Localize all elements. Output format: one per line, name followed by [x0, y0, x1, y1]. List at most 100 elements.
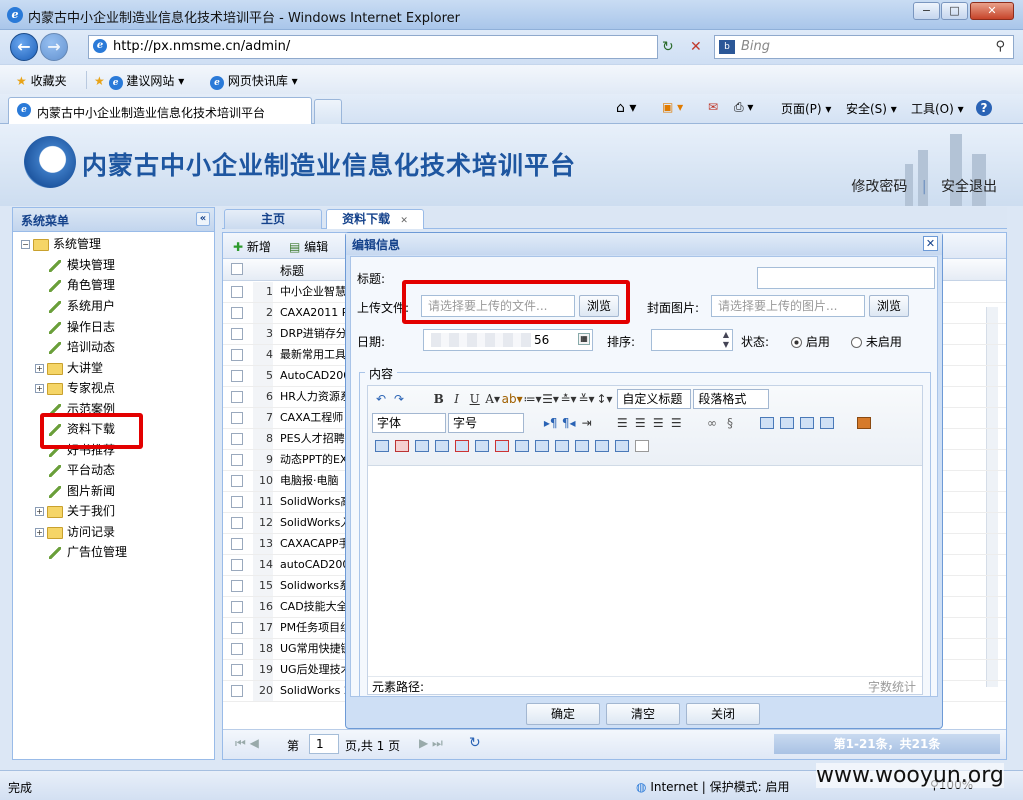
link-icon[interactable]: ∞	[703, 414, 721, 432]
browser-tab-current[interactable]: e 内蒙古中小企业制造业信息化技术培训平台	[8, 97, 312, 124]
custom-title-select[interactable]: 自定义标题	[617, 389, 692, 409]
forward-button[interactable]: →	[40, 33, 68, 61]
mail-icon[interactable]: ✉	[708, 100, 718, 114]
delete-row-icon[interactable]	[455, 439, 469, 452]
select-all-checkbox[interactable]	[231, 263, 243, 275]
row-checkbox[interactable]	[231, 412, 243, 424]
row-title[interactable]: 动态PPT的EX	[280, 450, 346, 470]
status-disable-radio[interactable]: 未启用	[851, 333, 902, 350]
row-title[interactable]: 电脑报·电脑	[280, 471, 346, 491]
dialog-close-icon[interactable]: ✕	[923, 236, 938, 251]
tab-home[interactable]: 主页	[224, 209, 322, 229]
sidebar-item-users[interactable]: 系统用户	[49, 296, 115, 317]
row-title[interactable]: SolidWorks高	[280, 492, 346, 512]
row-checkbox[interactable]	[231, 286, 243, 298]
insert-image-icon[interactable]	[857, 417, 872, 429]
row-title[interactable]: Solidworks系	[280, 576, 346, 596]
logout-link[interactable]: 安全退出	[941, 179, 997, 195]
image-center-icon[interactable]	[819, 417, 834, 429]
add-button[interactable]: ✚ 新增	[233, 238, 271, 255]
delete-col-icon[interactable]	[495, 439, 509, 452]
sidebar-item-expert[interactable]: + 专家视点	[35, 378, 115, 399]
sidebar-item-about[interactable]: + 关于我们	[35, 501, 115, 522]
unordered-list-icon[interactable]: ☰▾	[541, 390, 559, 408]
redo-icon[interactable]: ↷	[390, 390, 408, 408]
favorites-button[interactable]: ★ 收藏夹	[16, 72, 67, 89]
bold-icon[interactable]: B	[430, 390, 448, 408]
row-checkbox[interactable]	[231, 307, 243, 319]
expand-icon[interactable]: +	[35, 364, 44, 373]
delete-table-icon[interactable]	[395, 439, 409, 452]
tab-download[interactable]: 资料下载 ✕	[326, 209, 424, 229]
insert-row-before-icon[interactable]	[435, 439, 449, 452]
paragraph-format-select[interactable]: 段落格式	[693, 389, 770, 409]
align-right-icon[interactable]: ☰	[649, 414, 667, 432]
sidebar-item-ads[interactable]: 广告位管理	[49, 542, 127, 563]
row-title[interactable]: SolidWorks 20	[280, 681, 346, 701]
expand-icon[interactable]: +	[35, 384, 44, 393]
row-title[interactable]: autoCAD2007	[280, 555, 346, 575]
row-checkbox[interactable]	[231, 601, 243, 613]
back-button[interactable]: ←	[10, 33, 38, 61]
line-height-icon[interactable]: ↕▾	[595, 390, 613, 408]
safety-menu[interactable]: 安全(S) ▾	[846, 100, 897, 117]
image-right-icon[interactable]	[799, 417, 814, 429]
sidebar-item-module[interactable]: 模块管理	[49, 255, 115, 276]
merge-cells-icon[interactable]	[515, 439, 529, 452]
column-title[interactable]: 标题	[280, 262, 304, 279]
calendar-icon[interactable]: ▦	[578, 333, 590, 345]
row-checkbox[interactable]	[231, 580, 243, 592]
first-prev-page-icons[interactable]: ⏮ ◀	[235, 736, 259, 751]
expand-icon[interactable]: +	[35, 507, 44, 516]
underline-icon[interactable]: U	[466, 390, 484, 408]
cover-browse-button[interactable]: 浏览	[869, 295, 909, 317]
insert-table-icon[interactable]	[375, 439, 389, 452]
row-title[interactable]: 中小企业智慧	[280, 282, 346, 302]
row-title[interactable]: PM任务项目组	[280, 618, 346, 638]
split-cells-icon[interactable]	[575, 439, 589, 452]
image-none-icon[interactable]	[779, 417, 794, 429]
sidebar-item-lecture[interactable]: + 大讲堂	[35, 358, 103, 379]
refresh-icon[interactable]: ↻	[662, 39, 674, 55]
sidebar-item-visits[interactable]: + 访问记录	[35, 522, 115, 543]
word-count-label[interactable]: 字数统计	[868, 677, 916, 697]
italic-icon[interactable]: I	[448, 390, 466, 408]
sidebar-item-photo-news[interactable]: 图片新闻	[49, 481, 115, 502]
row-checkbox[interactable]	[231, 559, 243, 571]
suggested-sites-link[interactable]: ★ e 建议网站 ▾	[94, 72, 184, 90]
page-menu[interactable]: 页面(P) ▾	[781, 100, 831, 117]
row-spacing-top-icon[interactable]: ≛▾	[559, 390, 577, 408]
search-input[interactable]: b Bing ⚲	[714, 35, 1014, 59]
row-checkbox[interactable]	[231, 475, 243, 487]
security-zone[interactable]: ◍ Internet | 保护模式: 启用	[636, 778, 790, 795]
row-checkbox[interactable]	[231, 391, 243, 403]
close-tab-icon[interactable]: ✕	[400, 216, 408, 226]
font-size-select[interactable]: 字号	[448, 413, 524, 433]
split-rows-icon[interactable]	[595, 439, 609, 452]
ordered-list-icon[interactable]: ≔▾	[523, 390, 541, 408]
row-checkbox[interactable]	[231, 349, 243, 361]
row-title[interactable]: CAD技能大全	[280, 597, 346, 617]
sidebar-item-training-news[interactable]: 培训动态	[49, 337, 115, 358]
font-color-icon[interactable]: A▾	[484, 390, 502, 408]
close-dialog-button[interactable]: 关闭	[686, 703, 760, 725]
row-title[interactable]: CAXA工程师	[280, 408, 346, 428]
feeds-icon[interactable]: ▣ ▾	[662, 100, 683, 114]
insert-col-icon[interactable]	[475, 439, 489, 452]
row-title[interactable]: 最新常用工具	[280, 345, 346, 365]
close-window-button[interactable]: ✕	[970, 2, 1014, 20]
collapse-sidebar-button[interactable]: «	[196, 212, 210, 226]
row-checkbox[interactable]	[231, 622, 243, 634]
home-icon[interactable]: ⌂ ▾	[616, 100, 636, 116]
change-password-link[interactable]: 修改密码	[851, 179, 907, 195]
row-title[interactable]: SolidWorks入	[280, 513, 346, 533]
blank-page-icon[interactable]	[635, 439, 649, 452]
row-checkbox[interactable]	[231, 643, 243, 655]
sidebar-item-role[interactable]: 角色管理	[49, 275, 115, 296]
unlink-icon[interactable]: §	[721, 414, 739, 432]
sidebar-item-platform-news[interactable]: 平台动态	[49, 460, 115, 481]
maximize-button[interactable]: □	[941, 2, 968, 20]
clear-button[interactable]: 清空	[606, 703, 680, 725]
search-icon[interactable]: ⚲	[995, 36, 1005, 58]
row-checkbox[interactable]	[231, 517, 243, 529]
